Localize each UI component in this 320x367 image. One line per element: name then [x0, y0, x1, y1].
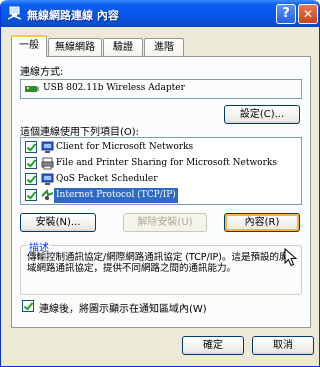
notify-checkbox[interactable]: [22, 300, 34, 312]
scheduler-icon: [41, 173, 54, 185]
list-item[interactable]: File and Printer Sharing for Microsoft N…: [23, 156, 299, 171]
list-item[interactable]: Client for Microsoft Networks: [23, 140, 299, 155]
protocol-icon: [41, 189, 54, 200]
help-button[interactable]: ?: [276, 4, 296, 24]
window-title: 無線網路連線 內容: [27, 9, 119, 22]
adapter-name: USB 802.11b Wireless Adapter: [43, 83, 185, 93]
printer-share-icon: [41, 157, 54, 170]
title-bar[interactable]: 無線網路連線 內容 ? ✕: [1, 0, 319, 27]
item-label: Client for Microsoft Networks: [56, 142, 194, 152]
adapter-field: USB 802.11b Wireless Adapter: [20, 79, 302, 99]
network-connection-icon: [7, 6, 22, 20]
tab-general[interactable]: 一般: [11, 35, 47, 57]
cancel-button[interactable]: 取消: [252, 336, 314, 355]
tab-wireless[interactable]: 無線網路: [48, 38, 102, 57]
list-item-selected[interactable]: Internet Protocol (TCP/IP): [23, 188, 299, 203]
item-checkbox[interactable]: [25, 157, 37, 169]
item-label: Internet Protocol (TCP/IP): [54, 188, 178, 203]
item-checkbox[interactable]: [25, 173, 37, 185]
configure-button[interactable]: 設定(C)...: [224, 105, 300, 124]
adapter-icon: [25, 86, 39, 92]
component-list[interactable]: Client for Microsoft Networks File and P…: [20, 137, 302, 205]
install-button[interactable]: 安裝(N)...: [20, 213, 96, 232]
uninstall-button[interactable]: 解除安裝(U): [123, 213, 207, 232]
tab-advanced[interactable]: 進階: [144, 38, 184, 57]
tab-authentication[interactable]: 驗證: [103, 38, 143, 57]
general-panel: 連線方式: USB 802.11b Wireless Adapter 設定(C)…: [11, 56, 311, 328]
description-group: 描述 傳輸控制通訊協定/網際網路通訊協定 (TCP/IP)。這是預設的廣域網路通…: [20, 239, 302, 295]
item-checkbox[interactable]: [25, 189, 37, 201]
mouse-cursor-icon: [284, 248, 298, 267]
network-client-icon: [41, 141, 54, 153]
item-label: QoS Packet Scheduler: [56, 174, 158, 184]
close-button[interactable]: ✕: [298, 4, 318, 24]
item-label: File and Printer Sharing for Microsoft N…: [56, 158, 277, 168]
ok-button[interactable]: 確定: [182, 336, 244, 355]
item-checkbox[interactable]: [25, 141, 37, 153]
items-label: 這個連線使用下列項目(O):: [20, 127, 140, 138]
notify-label[interactable]: 連線後，將圖示顯示在通知區域內(W): [39, 300, 207, 315]
description-text: 傳輸控制通訊協定/網際網路通訊協定 (TCP/IP)。這是預設的廣域網路通訊協定…: [27, 252, 289, 274]
connect-using-label: 連線方式:: [20, 67, 64, 78]
list-item[interactable]: QoS Packet Scheduler: [23, 172, 299, 187]
properties-dialog: 無線網路連線 內容 ? ✕ 一般 無線網路 驗證 進階 連線方式: USB 80…: [0, 0, 320, 367]
properties-button[interactable]: 內容(R): [224, 213, 300, 232]
